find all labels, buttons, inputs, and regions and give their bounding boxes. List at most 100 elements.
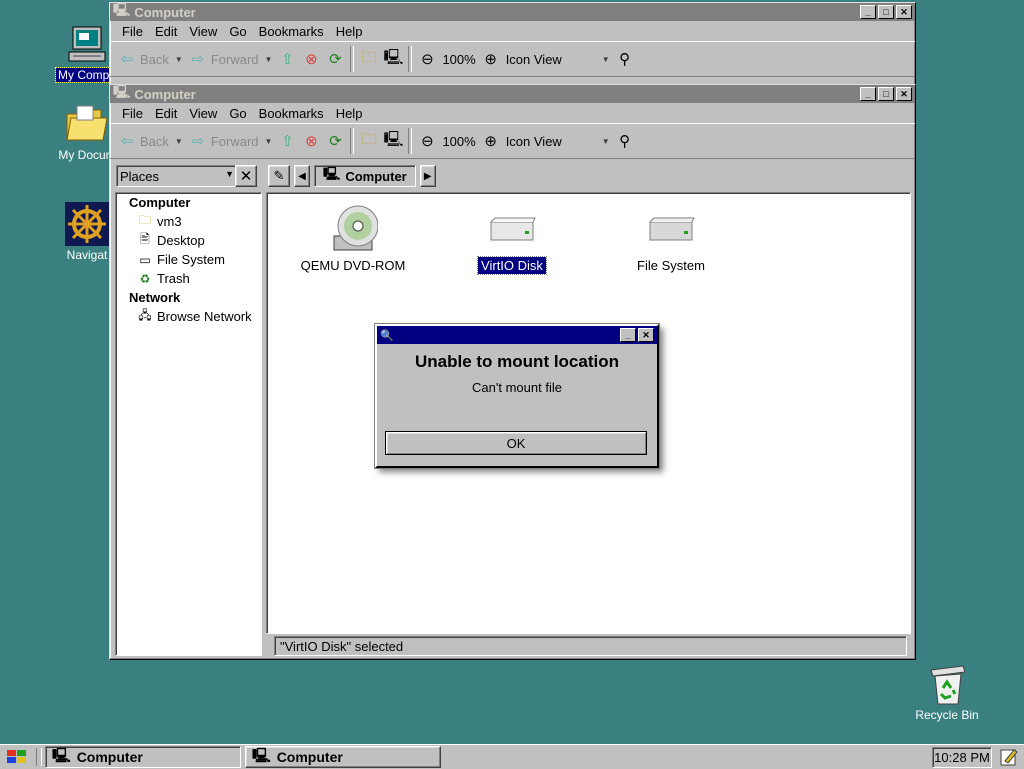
home-folder-icon[interactable]: 🗀	[360, 131, 378, 150]
start-button[interactable]	[3, 747, 33, 767]
taskbar: 🖳 Computer 🖳 Computer 10:28 PM	[0, 744, 1024, 769]
stop-icon[interactable]: ⊗	[302, 132, 320, 150]
desktop-icon-label: Recycle Bin	[915, 708, 979, 722]
minimize-button[interactable]: _	[860, 87, 876, 101]
title-bar[interactable]: 🖳 Computer _ □ ✕	[110, 84, 915, 103]
stop-icon[interactable]: ⊗	[302, 50, 320, 68]
dialog-message: Can't mount file	[472, 380, 562, 395]
maximize-button[interactable]: □	[878, 87, 894, 101]
minimize-button[interactable]: _	[860, 5, 876, 19]
file-label: QEMU DVD-ROM	[300, 258, 406, 273]
forward-button[interactable]: ⇨ Forward	[189, 50, 259, 68]
dialog-title-bar[interactable]: 🔍 _ ✕	[377, 326, 657, 344]
window-title: Computer	[134, 86, 196, 102]
zoom-level[interactable]: 100%	[442, 134, 475, 149]
back-history-dropdown[interactable]: ▼	[175, 137, 183, 146]
forward-button[interactable]: ⇨ Forward	[189, 132, 259, 150]
menu-file[interactable]: File	[116, 24, 149, 39]
close-button[interactable]: ✕	[896, 87, 912, 101]
forward-label: Forward	[210, 133, 259, 149]
computer-icon: 🖳	[252, 747, 271, 763]
binoculars-icon[interactable]: ⚲	[616, 50, 634, 68]
error-dialog[interactable]: 🔍 _ ✕ Unable to mount location Can't mou…	[375, 324, 659, 468]
menu-bar: File Edit View Go Bookmarks Help	[110, 21, 915, 41]
path-scroll-left-button[interactable]: ◀	[294, 165, 310, 187]
computer-icon[interactable]: 🖳	[383, 49, 403, 68]
close-button[interactable]: ✕	[896, 5, 912, 19]
maximize-button[interactable]: □	[878, 5, 894, 19]
back-button[interactable]: ⇦ Back	[118, 50, 169, 68]
minimize-button[interactable]: _	[620, 328, 636, 342]
zoom-in-icon[interactable]: ⊕	[482, 132, 500, 150]
arrow-right-icon: ⇨	[191, 133, 205, 150]
back-button[interactable]: ⇦ Back	[118, 132, 169, 150]
chevron-down-icon: ▼	[225, 169, 234, 179]
menu-help[interactable]: Help	[330, 24, 369, 39]
menu-bookmarks[interactable]: Bookmarks	[253, 24, 330, 39]
task-button-computer-1[interactable]: 🖳 Computer	[45, 746, 241, 768]
computer-icon	[65, 22, 109, 66]
computer-icon: 🖳	[52, 747, 71, 763]
harddisk-icon	[447, 201, 577, 257]
pencil-icon: ✎	[273, 168, 285, 183]
menu-go[interactable]: Go	[223, 106, 252, 121]
desktop-icon-recycle-bin[interactable]: Recycle Bin	[902, 662, 992, 722]
view-selector[interactable]: Icon View	[506, 134, 596, 149]
zoom-level[interactable]: 100%	[442, 52, 475, 67]
up-arrow-icon[interactable]: ⇧	[278, 132, 296, 150]
computer-icon[interactable]: 🖳	[383, 131, 403, 150]
menu-edit[interactable]: Edit	[149, 106, 183, 121]
file-item-virtio-disk[interactable]: VirtIO Disk	[447, 201, 577, 275]
forward-history-dropdown[interactable]: ▼	[265, 55, 273, 64]
zoom-in-icon[interactable]: ⊕	[482, 50, 500, 68]
forward-history-dropdown[interactable]: ▼	[265, 137, 273, 146]
close-icon: ✕	[239, 168, 253, 185]
sidebar-heading-computer: Computer	[129, 195, 191, 210]
folder-icon	[65, 102, 109, 146]
sidebar-item-desktop[interactable]: 🖹 Desktop	[116, 231, 261, 250]
home-folder-icon[interactable]: 🗀	[360, 49, 378, 68]
close-button[interactable]: ✕	[638, 328, 654, 342]
path-button-computer[interactable]: 🖳 Computer	[314, 165, 416, 187]
binoculars-icon[interactable]: ⚲	[616, 132, 634, 150]
toolbar: ⇦ Back ▼ ⇨ Forward ▼ ⇧ ⊗ ⟳ 🗀 🖳 ⊖ 100% ⊕ Ic…	[110, 41, 915, 77]
arrow-left-icon: ⇦	[120, 133, 134, 150]
reload-icon[interactable]: ⟳	[326, 50, 344, 68]
up-arrow-icon[interactable]: ⇧	[278, 50, 296, 68]
zoom-out-icon[interactable]: ⊖	[418, 132, 436, 150]
sidebar-item-vm3[interactable]: 🗀 vm3	[116, 212, 261, 231]
view-dropdown-arrow[interactable]: ▼	[602, 55, 610, 64]
title-bar[interactable]: 🖳 Computer _ □ ✕	[110, 2, 915, 21]
sidebar-item-file-system[interactable]: ▭ File System	[116, 250, 261, 269]
computer-icon: 🖳	[323, 166, 341, 181]
toggle-location-button[interactable]: ✎	[268, 165, 290, 187]
view-dropdown-arrow[interactable]: ▼	[602, 137, 610, 146]
file-item-qemu-dvd-rom[interactable]: QEMU DVD-ROM	[288, 201, 418, 274]
menu-edit[interactable]: Edit	[149, 24, 183, 39]
harddisk-icon	[606, 201, 736, 257]
menu-bookmarks[interactable]: Bookmarks	[253, 106, 330, 121]
sidebar-item-trash[interactable]: ♻ Trash	[116, 269, 261, 288]
clock[interactable]: 10:28 PM	[932, 747, 992, 768]
reload-icon[interactable]: ⟳	[326, 132, 344, 150]
menu-go[interactable]: Go	[223, 24, 252, 39]
path-scroll-right-button[interactable]: ▶	[419, 165, 436, 187]
sidebar-item-browse-network[interactable]: 🖧 Browse Network	[116, 307, 261, 326]
back-history-dropdown[interactable]: ▼	[175, 55, 183, 64]
network-icon: 🖧	[138, 308, 152, 322]
view-selector[interactable]: Icon View	[506, 52, 596, 67]
notes-icon[interactable]	[998, 746, 1020, 768]
close-sidebar-button[interactable]: ✕	[235, 165, 257, 187]
window-computer-back[interactable]: 🖳 Computer _ □ ✕ File Edit View Go Bookma…	[109, 2, 916, 90]
menu-view[interactable]: View	[183, 106, 223, 121]
menu-file[interactable]: File	[116, 106, 149, 121]
places-selector[interactable]: Places ▼	[116, 165, 237, 187]
file-item-file-system[interactable]: File System	[606, 201, 736, 274]
task-button-computer-2[interactable]: 🖳 Computer	[245, 746, 441, 768]
menu-help[interactable]: Help	[330, 106, 369, 121]
ok-button[interactable]: OK	[385, 431, 647, 455]
zoom-out-icon[interactable]: ⊖	[418, 50, 436, 68]
back-label: Back	[140, 133, 169, 149]
cdrom-icon	[288, 201, 418, 257]
menu-view[interactable]: View	[183, 24, 223, 39]
